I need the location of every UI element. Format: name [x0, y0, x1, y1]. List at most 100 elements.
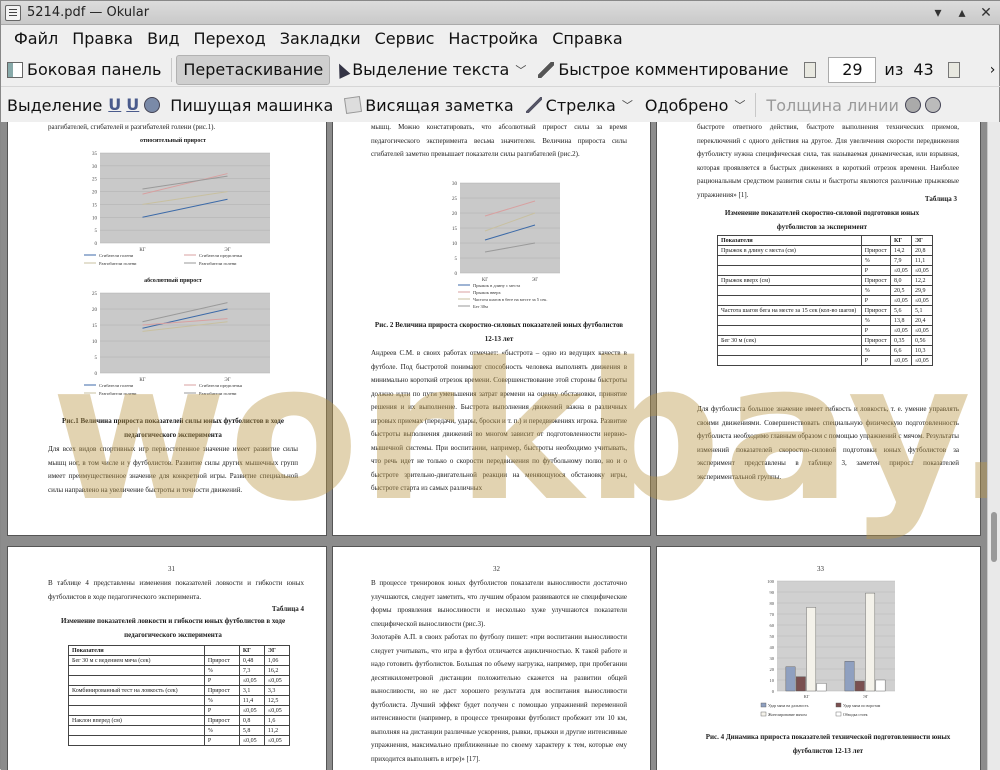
- paragraph: быстроте ответного действия, быстроте вы…: [697, 123, 959, 199]
- typewriter-button[interactable]: Пишущая машинка: [164, 90, 339, 120]
- table-cell: %: [860, 315, 891, 326]
- line-chart: 051015202530КГ ЭГПрыжок в длину с местаПр…: [452, 182, 560, 309]
- color-icon[interactable]: [904, 97, 921, 113]
- y-tick-label: 0: [455, 272, 458, 277]
- menu-file[interactable]: Файл: [7, 29, 65, 48]
- arrow-icon: [525, 97, 542, 113]
- arrow-button[interactable]: Стрелка ﹀: [520, 90, 639, 120]
- menu-view[interactable]: Вид: [140, 29, 186, 48]
- y-tick-label: 30: [770, 656, 775, 661]
- table-cell: ≤0,05: [238, 735, 265, 746]
- legend-label: Сгибатели предплечья: [199, 383, 242, 388]
- quick-comment-label: Быстрое комментирование: [558, 60, 789, 79]
- table-cell: P: [203, 735, 240, 746]
- squiggle-icon[interactable]: U: [126, 97, 140, 113]
- table-cell: Прирост: [860, 305, 891, 316]
- menu-help[interactable]: Справка: [545, 29, 630, 48]
- table-cell: %: [203, 725, 240, 736]
- opacity-icon[interactable]: [924, 97, 941, 113]
- table-row: P ≤0,05 ≤0,05: [68, 705, 291, 716]
- line-width-button[interactable]: Толщина линии: [760, 90, 905, 120]
- table-cell: ≤0,05: [910, 265, 934, 276]
- table-cell: КГ: [238, 645, 265, 656]
- previous-page-icon[interactable]: [804, 61, 817, 78]
- minimize-icon[interactable]: ▾: [929, 4, 947, 22]
- table-cell: Прирост: [860, 335, 891, 346]
- menu-edit[interactable]: Правка: [65, 29, 140, 48]
- data-table: Показатели КГ ЭГ Бег 30 м с ведением мяча (…: [68, 645, 291, 746]
- x-tick-label: КГ: [804, 694, 810, 699]
- x-tick-label: ЭГ: [863, 694, 869, 699]
- underline-icon[interactable]: U: [108, 97, 122, 113]
- maximize-icon[interactable]: ▴: [953, 4, 971, 22]
- table-cell: ≤0,05: [238, 705, 265, 716]
- table-title: Изменение показателей скоростно-силовой …: [724, 209, 920, 231]
- table-cell: 7,9: [889, 255, 912, 266]
- scrollbar-thumb[interactable]: [991, 512, 997, 562]
- document-view[interactable]: разгибателей, сгибателей и разгибателей …: [1, 122, 987, 770]
- table-row: % 13,8 20,4: [717, 315, 934, 326]
- quick-comment-button[interactable]: Быстрое комментирование: [532, 55, 794, 85]
- table-cell: Прирост: [860, 275, 891, 286]
- table-cell: ≤0,05: [910, 325, 934, 336]
- y-tick-label: 10: [770, 678, 775, 683]
- close-icon[interactable]: ✕: [977, 4, 995, 22]
- menu-settings[interactable]: Настройка: [441, 29, 545, 48]
- browse-tool-button[interactable]: Перетаскивание: [176, 54, 331, 85]
- menu-bookmarks[interactable]: Закладки: [273, 29, 368, 48]
- popup-note-button[interactable]: Висящая заметка: [339, 90, 519, 120]
- browse-tool-label: Перетаскивание: [183, 60, 324, 79]
- highlight-label: Выделение: [7, 95, 103, 115]
- table-cell: 5,6: [889, 305, 912, 316]
- table-cell: %: [860, 345, 891, 356]
- y-tick-label: 35: [92, 152, 98, 157]
- table-cell: %: [203, 695, 240, 706]
- text-select-button[interactable]: Выделение текста ﹀: [330, 55, 532, 85]
- table-row: % 11,4 12,5: [68, 695, 291, 706]
- y-tick-label: 30: [452, 182, 458, 187]
- note-icon: [344, 95, 363, 115]
- table-cell: 0,35: [889, 335, 912, 346]
- table-row: % 6,6 10,3: [717, 345, 934, 356]
- table-cell: 5,1: [910, 305, 934, 316]
- toolbar-overflow-icon[interactable]: ›: [990, 62, 996, 78]
- table-cell: ≤0,05: [238, 675, 265, 686]
- legend-label: Разгибатели голени: [199, 261, 237, 266]
- bar: [854, 680, 865, 692]
- sidebar-button[interactable]: Боковая панель: [1, 55, 167, 85]
- stamp-select[interactable]: Одобрено ﹀: [639, 90, 752, 120]
- page-number-input[interactable]: 29: [828, 56, 877, 83]
- table-row: P ≤0,05 ≤0,05: [717, 355, 934, 366]
- table-row: Бег 30 м (сек) Прирост 0,35 0,56: [717, 335, 934, 346]
- menu-tools[interactable]: Сервис: [368, 29, 442, 48]
- page-number: 32: [493, 565, 500, 573]
- y-tick-label: 20: [452, 212, 458, 217]
- legend-label: Сгибатели голени: [99, 383, 134, 388]
- legend-swatch: [760, 711, 767, 717]
- y-tick-label: 0: [772, 689, 775, 694]
- stamp-icon[interactable]: [144, 97, 161, 113]
- chevron-down-icon[interactable]: ﹀: [515, 62, 526, 78]
- table-cell: P: [860, 295, 891, 306]
- chevron-down-icon[interactable]: ﹀: [622, 97, 633, 113]
- y-tick-label: 20: [92, 191, 98, 196]
- table-row: % 7,9 11,1: [717, 255, 934, 266]
- pdf-page: быстроте ответного действия, быстроте вы…: [656, 122, 981, 536]
- table-cell: [717, 295, 862, 306]
- page-number: 33: [817, 565, 824, 573]
- table-cell: [717, 355, 862, 366]
- highlight-button[interactable]: Выделение: [1, 90, 108, 120]
- table-cell: 14,2: [889, 245, 912, 256]
- vertical-scrollbar[interactable]: [987, 122, 1000, 770]
- y-tick-label: 10: [92, 216, 98, 221]
- toolbar-separator: [755, 93, 757, 117]
- table-cell: ≤0,05: [263, 675, 291, 686]
- table-cell: ≤0,05: [889, 295, 912, 306]
- chevron-down-icon[interactable]: ﹀: [734, 97, 745, 113]
- table-cell: [717, 265, 862, 276]
- table-row: Прыжок в длину с места (см) Прирост 14,2 20…: [717, 245, 934, 256]
- next-page-icon[interactable]: [947, 61, 960, 78]
- menu-go[interactable]: Переход: [187, 29, 273, 48]
- line-width-label: Толщина линии: [766, 95, 899, 115]
- table-cell: Прыжок в длину с места (см): [717, 245, 862, 256]
